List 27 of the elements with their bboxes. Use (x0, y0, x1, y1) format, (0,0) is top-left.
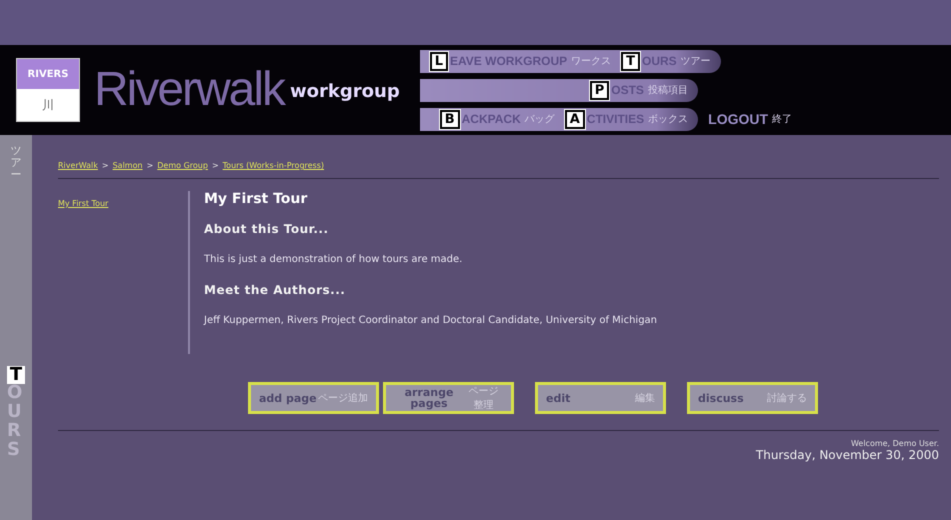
section-heading: Meet the Authors... (204, 283, 346, 297)
site-title: Riverwalk (94, 66, 284, 114)
site-subtitle: workgroup (290, 81, 400, 102)
logo-text: RIVERS (17, 59, 79, 89)
section-text: This is just a demonstration of how tours are made. (204, 254, 464, 265)
section-heading: About this Tour... (204, 222, 330, 236)
welcome-text: Welcome, Demo User. (850, 439, 939, 448)
breadcrumb-link[interactable]: Salmon (112, 161, 143, 170)
tour-title: My First Tour (204, 191, 308, 207)
tab-label: ツアー (10, 145, 22, 182)
nav-link[interactable]: L EAVE WORKGROUP ワークス (430, 52, 612, 70)
breadcrumb-separator: > (102, 161, 109, 170)
logout-link[interactable]: LOGOUT 終了 (708, 111, 792, 127)
breadcrumb-link[interactable]: RiverWalk (58, 161, 98, 170)
action-button[interactable]: discuss 討論する (687, 382, 818, 414)
section-text: Jeff Kuppermen, Rivers Project Coordinator and Doctoral Candidate, University of Michigan (204, 315, 658, 326)
breadcrumb-separator: > (212, 161, 219, 170)
nav-link[interactable]: B ACKPACK バッグ (440, 110, 555, 128)
logo-text: 川 (17, 89, 79, 121)
action-button[interactable]: edit 編集 (535, 382, 666, 414)
action-button[interactable]: arrange pages ページ整理 (383, 382, 514, 414)
breadcrumb-link[interactable]: Tours (Works-in-Progress) (222, 161, 324, 170)
action-button[interactable]: add page ページ追加 (248, 382, 379, 414)
breadcrumb-link[interactable]: Demo Group (157, 161, 208, 170)
breadcrumb-separator: > (146, 161, 154, 170)
tour-link[interactable]: My First Tour (58, 199, 108, 208)
date-text: Thursday, November 30, 2000 (756, 448, 939, 462)
